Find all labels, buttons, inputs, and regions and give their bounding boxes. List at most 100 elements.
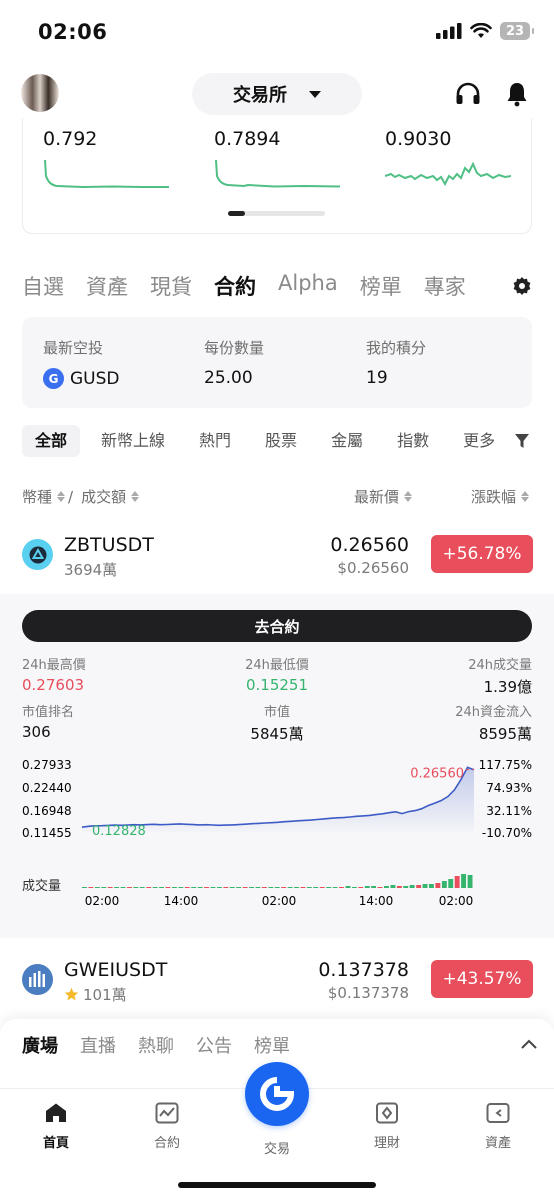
row-usd-price: $0.26560 [337,559,409,577]
feed-tab-square[interactable]: 廣場 [22,1032,58,1058]
volume-bar [422,884,428,888]
volume-bar [281,887,287,888]
mini-card-value: 0.7894 [214,128,281,150]
tabbar-futures[interactable]: 合約 [132,1102,202,1151]
volume-bar [242,887,248,888]
headset-icon[interactable] [454,80,482,108]
stat-label: 24h最高價 [22,658,86,673]
row-volume: 101萬 [83,986,127,1004]
y-tick-left: 0.27933 [22,758,72,772]
avatar[interactable] [21,74,59,112]
tabbar-trade[interactable]: 交易 [242,1138,312,1157]
tabbar-home[interactable]: 首頁 [21,1102,91,1151]
table-row[interactable]: GWEIUSDT 101萬 0.137378 $0.137378 +43.57% [0,945,554,1013]
volume-bar [319,887,325,888]
tab-rankings[interactable]: 榜單 [360,271,402,301]
status-icons: 23 [436,22,534,40]
list-header-coin[interactable]: 幣種 / 成交額 [22,486,140,507]
stat-24h-volume: 24h成交量 1.39億 [468,654,532,697]
change-badge[interactable]: +43.57% [431,960,533,998]
y-tick-left: 0.11455 [22,826,72,840]
mini-card-value: 0.9030 [385,128,452,150]
chart-icon [155,1102,179,1124]
tabbar-label: 理財 [373,1136,400,1151]
tabbar-finance[interactable]: 理財 [352,1102,422,1151]
tab-assets[interactable]: 資產 [86,271,128,301]
last-price-label: 0.26560 [410,767,464,782]
volume-bar [294,887,299,888]
tab-spot[interactable]: 現貨 [150,271,192,301]
header-coin-label: 幣種 [22,488,53,506]
airdrop-points-value: 19 [366,368,388,388]
category-more[interactable]: 更多 [450,425,508,457]
x-tick: 02:00 [85,894,120,908]
gear-icon[interactable] [512,276,532,296]
stat-value: 306 [22,723,51,741]
volume-bar [197,887,203,888]
row-price: 0.26560 [330,534,409,556]
row-symbol: GWEIUSDT [64,959,168,981]
volume-bar [416,885,422,888]
airdrop-points: 我的積分 19 [366,337,426,388]
go-futures-button[interactable]: 去合約 [22,610,532,642]
volume-bar [435,883,441,888]
category-metals[interactable]: 金屬 [318,425,376,457]
table-row[interactable]: ZBTUSDT 3694萬 0.26560 $0.26560 +56.78% [0,520,554,588]
mini-card-2[interactable]: 0.7894 [214,128,344,190]
mini-card-3[interactable]: 0.9030 [385,128,515,190]
volume-bar [390,885,396,888]
mini-card-1[interactable]: 0.792 [43,128,173,190]
volume-bar [306,887,312,888]
category-indices[interactable]: 指數 [384,425,442,457]
volume-bar [210,887,216,888]
category-hot[interactable]: 熱門 [186,425,244,457]
filter-icon[interactable] [514,433,530,449]
feed-tab-rankings[interactable]: 榜單 [254,1032,290,1058]
carousel-pager-active [228,211,245,216]
row-symbol: ZBTUSDT [64,534,154,556]
change-badge[interactable]: +56.78% [431,535,533,573]
feed-tab-announcements[interactable]: 公告 [196,1032,232,1058]
volume-bar [255,887,261,888]
airdrop-amount-value: 25.00 [204,368,253,388]
row-usd-price: $0.137378 [327,984,409,1002]
market-overview-card[interactable]: 0.792 0.7894 0.9030 [22,118,532,234]
exchange-switcher[interactable]: 交易所 [192,73,362,115]
volume-bar [287,887,293,888]
tab-alpha[interactable]: Alpha [278,271,338,301]
x-tick: 14:00 [359,894,394,908]
tabbar-label: 交易 [263,1142,290,1157]
y-tick-right: -10.70% [482,826,532,840]
stat-24h-high: 24h最高價 0.27603 [22,654,86,694]
list-header-price[interactable]: 最新價 [354,486,413,507]
tabbar-label: 首頁 [42,1136,69,1151]
header-volume-label: 成交額 [81,488,127,506]
category-stocks[interactable]: 股票 [252,425,310,457]
y-tick-right: 74.93% [486,781,532,795]
bell-icon[interactable] [503,80,531,108]
sort-icon [57,491,66,502]
feed-tab-live[interactable]: 直播 [80,1032,116,1058]
list-header-change[interactable]: 漲跌幅 [471,486,530,507]
airdrop-amount: 每份數量 25.00 [204,337,264,388]
trade-button[interactable] [245,1062,309,1126]
category-new-listings[interactable]: 新幣上線 [88,425,178,457]
volume-bar [223,887,229,888]
low-price-label: 0.12828 [92,824,146,839]
tabbar-assets[interactable]: 資產 [463,1102,533,1151]
airdrop-points-label: 我的積分 [366,339,427,357]
gwei-icon [22,964,53,995]
volume-bar [364,886,370,888]
tab-watchlist[interactable]: 自選 [22,271,64,301]
tab-futures[interactable]: 合約 [214,271,256,301]
price-chart[interactable]: 0.27933 0.22440 0.16948 0.11455 117.75% … [0,750,554,910]
feed-tab-chat[interactable]: 熱聊 [138,1032,174,1058]
category-all[interactable]: 全部 [22,425,81,457]
tab-experts[interactable]: 專家 [424,271,466,301]
airdrop-card[interactable]: 最新空投 G GUSD 每份數量 25.00 我的積分 19 [22,317,532,408]
stat-value: 1.39億 [483,678,532,696]
chevron-up-icon[interactable] [520,1038,538,1050]
volume-bar [454,876,460,888]
airdrop-latest: 最新空投 G GUSD [43,337,120,389]
header-slash: / [68,487,74,506]
